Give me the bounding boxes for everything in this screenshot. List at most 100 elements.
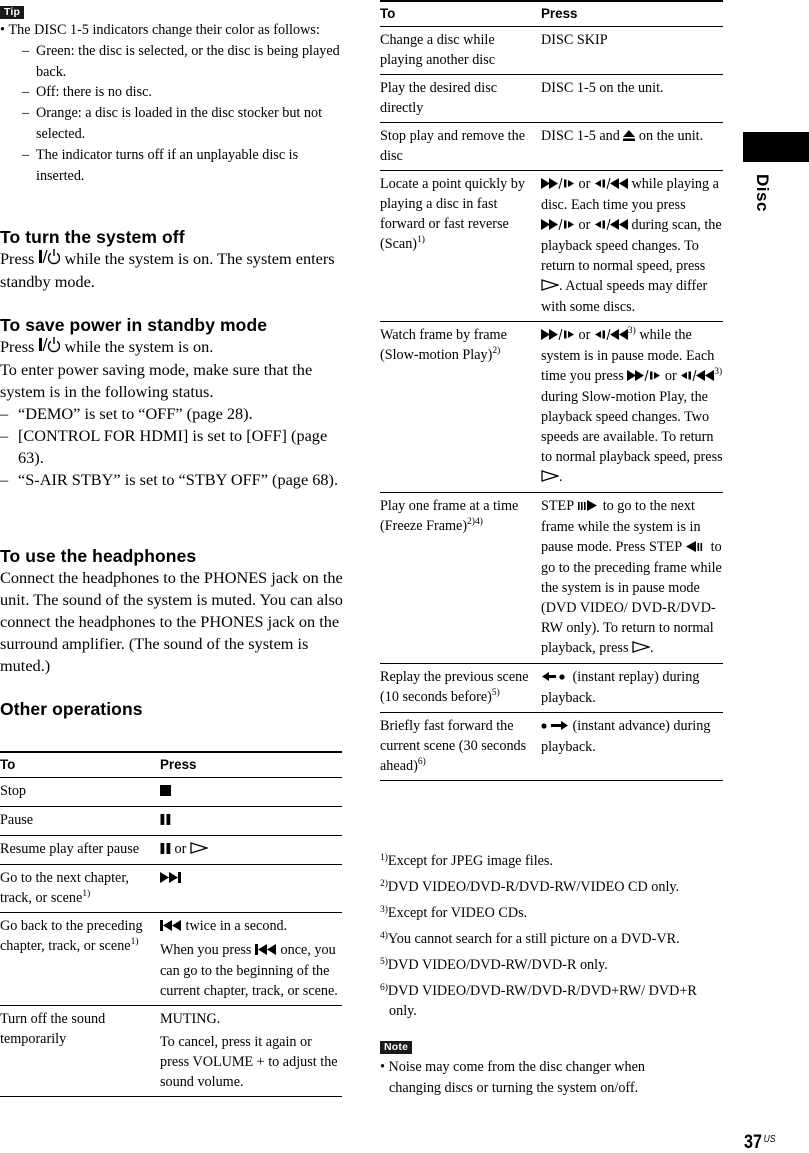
cell-to: Replay the previous scene (10 seconds be… <box>380 663 541 713</box>
text: or <box>171 841 190 857</box>
page-number: 37 US <box>744 1130 775 1153</box>
tip-item: – The indicator turns off if an unplayabl… <box>22 146 299 184</box>
cell-to: Change a disc while playing another disc <box>380 26 541 75</box>
footnote-text: Except for VIDEO CDs. <box>387 905 528 921</box>
cell-press: (instant replay) during playback. <box>541 663 723 713</box>
note-bullet: • Noise may come from the disc changer w… <box>380 1059 645 1096</box>
section-save-power: To save power in standby mode Press whil… <box>0 314 345 491</box>
text: . <box>559 469 563 485</box>
footnote-ref: 3) <box>627 326 636 336</box>
rewind-slow-icon <box>594 175 628 195</box>
table-row: Watch frame by frame (Slow-motion Play)2… <box>380 321 723 493</box>
footnote-text: Except for JPEG image files. <box>387 853 554 869</box>
rewind-slow-icon <box>594 216 628 236</box>
power-icon <box>38 248 61 271</box>
cell-to: Play the desired disc directly <box>380 74 541 123</box>
step-forward-icon <box>577 497 599 517</box>
instant-advance-icon <box>541 717 569 737</box>
page-number-value: 37 <box>744 1132 762 1153</box>
cell-to: Turn off the sound temporarily <box>0 1005 160 1097</box>
press-line: twice in a second. <box>160 916 342 937</box>
right-ops-table: To Press Change a disc while playing ano… <box>380 0 723 781</box>
cell-to: Go back to the preceding chapter, track,… <box>0 912 160 1006</box>
press-line: When you press once, you can go to the b… <box>160 940 342 1001</box>
status-item: – “DEMO” is set to “OFF” (page 28). <box>0 404 253 423</box>
footnote-ref: 1) <box>130 937 139 947</box>
header-press: Press <box>160 751 342 778</box>
tip-content: • The DISC 1-5 indicators change their c… <box>0 20 345 186</box>
heading-headphones: To use the headphones <box>0 546 197 566</box>
cell-press: twice in a second. When you press once, … <box>160 912 342 1006</box>
footnote-mark: 2) <box>380 879 388 889</box>
text: or <box>575 176 594 192</box>
status-item-text: [CONTROL FOR HDMI] is set to [OFF] (page… <box>18 426 328 467</box>
previous-icon <box>160 917 182 937</box>
table-row: Briefly fast forward the current scene (… <box>380 712 723 781</box>
footnote: 5)DVD VIDEO/DVD-RW/DVD-R only. <box>380 955 725 975</box>
heading-other-ops: Other operations <box>0 699 143 719</box>
turn-off-text: Press while the system is on. The system… <box>0 248 345 293</box>
text: Locate a point quickly by playing a disc… <box>380 176 525 252</box>
text: twice in a second. <box>182 918 288 934</box>
text: Replay the previous scene (10 seconds be… <box>380 669 529 705</box>
footnote-ref: 2)4) <box>467 517 483 527</box>
cell-press <box>160 806 342 836</box>
table-header-row: To Press <box>380 0 723 27</box>
header-press: Press <box>541 0 723 27</box>
fast-forward-slow-icon <box>541 216 575 236</box>
footnote-mark: 4) <box>380 931 388 941</box>
cell-press <box>160 777 342 807</box>
text: DISC 1-5 and <box>541 128 624 144</box>
header-to: To <box>0 751 160 778</box>
footnote-text: DVD VIDEO/DVD-RW/DVD-R only. <box>387 957 608 973</box>
tip-bullet: • The DISC 1-5 indicators change their c… <box>0 22 320 38</box>
cell-to: Go to the next chapter, track, or scene1… <box>0 864 160 913</box>
headphones-para: Connect the headphones to the PHONES jac… <box>0 568 343 675</box>
footnote: 1)Except for JPEG image files. <box>380 851 725 871</box>
previous-icon <box>254 941 277 961</box>
cell-to: Locate a point quickly by playing a disc… <box>380 170 541 322</box>
footnote-ref: 5) <box>491 688 500 698</box>
next-icon <box>160 869 182 889</box>
press-line: To cancel, press it again or press VOLUM… <box>160 1034 338 1090</box>
tip-item-text: The indicator turns off if an unplayable… <box>36 146 299 184</box>
cell-to: Resume play after pause <box>0 835 160 865</box>
text: or <box>575 327 594 343</box>
status-item-text: “S-AIR STBY” is set to “STBY OFF” (page … <box>18 470 339 489</box>
table-row: Pause <box>0 806 342 836</box>
tip-item-text: Orange: a disc is loaded in the disc sto… <box>36 105 323 142</box>
footnote-mark: 6) <box>380 983 388 993</box>
footnote: 4)You cannot search for a still picture … <box>380 929 725 949</box>
fast-forward-slow-icon <box>627 367 661 387</box>
save-power-para: To enter power saving mode, make sure th… <box>0 360 313 401</box>
text: Briefly fast forward the current scene (… <box>380 718 527 774</box>
instant-replay-icon <box>541 668 569 688</box>
left-ops-table: To Press Stop Pause Resume play after pa… <box>0 751 342 1097</box>
cell-press: or while playing a disc. Each time you p… <box>541 170 723 322</box>
play-icon <box>190 840 210 860</box>
rewind-slow-icon <box>594 326 628 346</box>
footnote-text: You cannot search for a still picture on… <box>387 931 680 947</box>
note-text: Noise may come from the disc changer whe… <box>388 1059 645 1096</box>
status-item: – [CONTROL FOR HDMI] is set to [OFF] (pag… <box>0 426 328 467</box>
text: Press <box>0 337 39 356</box>
footnote-ref: 6) <box>417 757 426 767</box>
cell-to: Pause <box>0 806 160 836</box>
left-ops-table-wrap: To Press Stop Pause Resume play after pa… <box>0 751 342 1097</box>
press-line: MUTING. <box>160 1011 221 1027</box>
text: Go back to the preceding chapter, track,… <box>0 918 143 954</box>
table-row: Change a disc while playing another disc… <box>380 26 723 75</box>
pause-icon <box>160 811 171 831</box>
cell-to: Stop play and remove the disc <box>380 122 541 171</box>
play-icon <box>541 468 561 488</box>
footnote: 6)DVD VIDEO/DVD-RW/DVD-R/DVD+RW/ DVD+R o… <box>380 981 699 1021</box>
footnote: 2)DVD VIDEO/DVD-R/DVD-RW/VIDEO CD only. <box>380 877 725 897</box>
text: Watch frame by frame (Slow-motion Play) <box>380 327 507 363</box>
text: on the unit. <box>635 128 704 144</box>
heading-turn-off: To turn the system off <box>0 227 185 247</box>
section-tab-marker <box>743 132 809 162</box>
eject-icon <box>623 127 636 147</box>
table-row: Replay the previous scene (10 seconds be… <box>380 663 723 713</box>
tip-label: Tip <box>0 6 25 19</box>
footnote-ref: 3) <box>714 367 723 377</box>
